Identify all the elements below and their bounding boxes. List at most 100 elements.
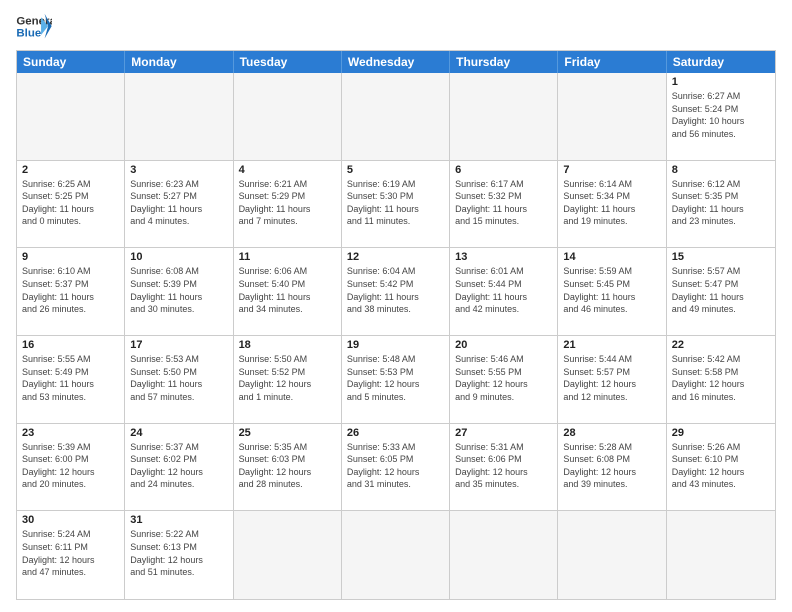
cal-cell: 13 Sunrise: 6:01 AM Sunset: 5:44 PM Dayli… [450,248,558,335]
cal-header-day: Saturday [667,51,775,73]
cal-cell [125,73,233,160]
sun-info: Sunrise: 5:46 AM Sunset: 5:55 PM Dayligh… [455,353,552,403]
sun-info: Sunrise: 5:59 AM Sunset: 5:45 PM Dayligh… [563,265,660,315]
sun-info: Sunrise: 5:26 AM Sunset: 6:10 PM Dayligh… [672,441,770,491]
sun-info: Sunrise: 5:35 AM Sunset: 6:03 PM Dayligh… [239,441,336,491]
generalblue-logo-icon: General Blue [16,12,52,42]
day-number: 8 [672,164,770,176]
sun-info: Sunrise: 6:23 AM Sunset: 5:27 PM Dayligh… [130,178,227,228]
cal-cell: 28Sunrise: 5:28 AM Sunset: 6:08 PM Dayli… [558,424,666,511]
day-number: 10 [130,251,227,263]
day-number: 29 [672,427,770,439]
day-number: 5 [347,164,444,176]
cal-cell: 8 Sunrise: 6:12 AM Sunset: 5:35 PM Daylig… [667,161,775,248]
cal-cell: 17 Sunrise: 5:53 AM Sunset: 5:50 PM Dayli… [125,336,233,423]
cal-cell: 24 Sunrise: 5:37 AM Sunset: 6:02 PM Dayli… [125,424,233,511]
sun-info: Sunrise: 5:33 AM Sunset: 6:05 PM Dayligh… [347,441,444,491]
day-number: 3 [130,164,227,176]
cal-cell: 12 Sunrise: 6:04 AM Sunset: 5:42 PM Dayli… [342,248,450,335]
cal-cell: 6 Sunrise: 6:17 AM Sunset: 5:32 PM Daylig… [450,161,558,248]
cal-cell [450,511,558,599]
sun-info: Sunrise: 6:12 AM Sunset: 5:35 PM Dayligh… [672,178,770,228]
cal-cell: 30 Sunrise: 5:24 AM Sunset: 6:11 PM Dayli… [17,511,125,599]
sun-info: Sunrise: 5:48 AM Sunset: 5:53 PM Dayligh… [347,353,444,403]
cal-week: 30 Sunrise: 5:24 AM Sunset: 6:11 PM Dayli… [17,511,775,599]
sun-info: Sunrise: 5:24 AM Sunset: 6:11 PM Dayligh… [22,528,119,578]
sun-info: Sunrise: 5:37 AM Sunset: 6:02 PM Dayligh… [130,441,227,491]
day-number: 11 [239,251,336,263]
day-number: 19 [347,339,444,351]
day-number: 13 [455,251,552,263]
cal-cell: 20Sunrise: 5:46 AM Sunset: 5:55 PM Dayli… [450,336,558,423]
cal-header-day: Thursday [450,51,558,73]
sun-info: Sunrise: 5:31 AM Sunset: 6:06 PM Dayligh… [455,441,552,491]
cal-cell: 26 Sunrise: 5:33 AM Sunset: 6:05 PM Dayli… [342,424,450,511]
cal-cell [17,73,125,160]
day-number: 22 [672,339,770,351]
cal-cell [667,511,775,599]
day-number: 31 [130,514,227,526]
day-number: 12 [347,251,444,263]
cal-cell: 11Sunrise: 6:06 AM Sunset: 5:40 PM Dayli… [234,248,342,335]
sun-info: Sunrise: 5:22 AM Sunset: 6:13 PM Dayligh… [130,528,227,578]
sun-info: Sunrise: 5:55 AM Sunset: 5:49 PM Dayligh… [22,353,119,403]
cal-header-day: Monday [125,51,233,73]
cal-cell: 7 Sunrise: 6:14 AM Sunset: 5:34 PM Daylig… [558,161,666,248]
day-number: 26 [347,427,444,439]
cal-cell: 1Sunrise: 6:27 AM Sunset: 5:24 PM Daylig… [667,73,775,160]
sun-info: Sunrise: 6:21 AM Sunset: 5:29 PM Dayligh… [239,178,336,228]
cal-cell: 3 Sunrise: 6:23 AM Sunset: 5:27 PM Daylig… [125,161,233,248]
cal-cell: 10 Sunrise: 6:08 AM Sunset: 5:39 PM Dayli… [125,248,233,335]
cal-cell [342,73,450,160]
cal-cell [450,73,558,160]
day-number: 24 [130,427,227,439]
cal-cell: 18Sunrise: 5:50 AM Sunset: 5:52 PM Dayli… [234,336,342,423]
day-number: 7 [563,164,660,176]
cal-cell [558,73,666,160]
cal-cell: 31 Sunrise: 5:22 AM Sunset: 6:13 PM Dayli… [125,511,233,599]
cal-header-day: Friday [558,51,666,73]
cal-cell: 25Sunrise: 5:35 AM Sunset: 6:03 PM Dayli… [234,424,342,511]
day-number: 16 [22,339,119,351]
sun-info: Sunrise: 5:39 AM Sunset: 6:00 PM Dayligh… [22,441,119,491]
cal-cell: 5 Sunrise: 6:19 AM Sunset: 5:30 PM Daylig… [342,161,450,248]
day-number: 4 [239,164,336,176]
cal-cell: 16 Sunrise: 5:55 AM Sunset: 5:49 PM Dayli… [17,336,125,423]
calendar-body: 1Sunrise: 6:27 AM Sunset: 5:24 PM Daylig… [17,73,775,599]
cal-cell [234,73,342,160]
cal-week: 1Sunrise: 6:27 AM Sunset: 5:24 PM Daylig… [17,73,775,161]
sun-info: Sunrise: 6:08 AM Sunset: 5:39 PM Dayligh… [130,265,227,315]
logo: General Blue [16,12,52,42]
cal-header-day: Tuesday [234,51,342,73]
sun-info: Sunrise: 5:57 AM Sunset: 5:47 PM Dayligh… [672,265,770,315]
sun-info: Sunrise: 5:42 AM Sunset: 5:58 PM Dayligh… [672,353,770,403]
sun-info: Sunrise: 6:01 AM Sunset: 5:44 PM Dayligh… [455,265,552,315]
sun-info: Sunrise: 6:14 AM Sunset: 5:34 PM Dayligh… [563,178,660,228]
sun-info: Sunrise: 5:50 AM Sunset: 5:52 PM Dayligh… [239,353,336,403]
cal-week: 23Sunrise: 5:39 AM Sunset: 6:00 PM Dayli… [17,424,775,512]
cal-week: 16 Sunrise: 5:55 AM Sunset: 5:49 PM Dayli… [17,336,775,424]
sun-info: Sunrise: 5:53 AM Sunset: 5:50 PM Dayligh… [130,353,227,403]
cal-cell [558,511,666,599]
cal-cell: 27Sunrise: 5:31 AM Sunset: 6:06 PM Dayli… [450,424,558,511]
day-number: 2 [22,164,119,176]
sun-info: Sunrise: 6:27 AM Sunset: 5:24 PM Dayligh… [672,90,770,140]
cal-cell: 15 Sunrise: 5:57 AM Sunset: 5:47 PM Dayli… [667,248,775,335]
day-number: 6 [455,164,552,176]
cal-cell: 9Sunrise: 6:10 AM Sunset: 5:37 PM Daylig… [17,248,125,335]
cal-header-day: Sunday [17,51,125,73]
day-number: 30 [22,514,119,526]
day-number: 15 [672,251,770,263]
sun-info: Sunrise: 6:17 AM Sunset: 5:32 PM Dayligh… [455,178,552,228]
day-number: 21 [563,339,660,351]
cal-cell: 23Sunrise: 5:39 AM Sunset: 6:00 PM Dayli… [17,424,125,511]
cal-cell: 21Sunrise: 5:44 AM Sunset: 5:57 PM Dayli… [558,336,666,423]
cal-week: 2Sunrise: 6:25 AM Sunset: 5:25 PM Daylig… [17,161,775,249]
sun-info: Sunrise: 6:04 AM Sunset: 5:42 PM Dayligh… [347,265,444,315]
sun-info: Sunrise: 6:19 AM Sunset: 5:30 PM Dayligh… [347,178,444,228]
day-number: 28 [563,427,660,439]
day-number: 17 [130,339,227,351]
calendar-header: SundayMondayTuesdayWednesdayThursdayFrid… [17,51,775,73]
cal-cell: 19 Sunrise: 5:48 AM Sunset: 5:53 PM Dayli… [342,336,450,423]
cal-cell [234,511,342,599]
